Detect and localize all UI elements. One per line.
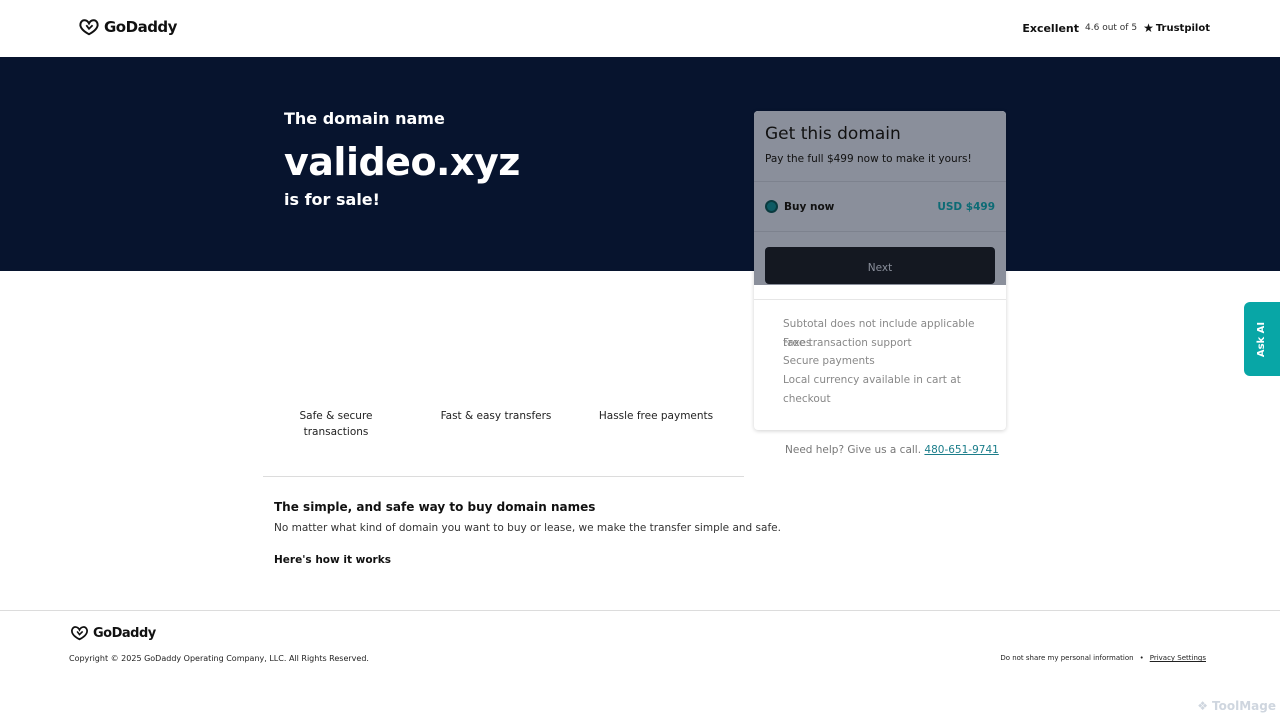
- card-feature-item: Subtotal does not include applicable tax…: [783, 318, 975, 349]
- purchase-card: Get this domain Pay the full $499 now to…: [754, 111, 1006, 430]
- copyright: Copyright © 2025 GoDaddy Operating Compa…: [69, 654, 369, 663]
- watermark-text: ToolMage: [1212, 699, 1276, 713]
- card-title: Get this domain: [765, 124, 901, 144]
- how-it-works-link[interactable]: Here's how it works: [274, 554, 391, 566]
- ask-ai-label: Ask AI: [1256, 321, 1268, 357]
- rating-word: Excellent: [1022, 21, 1080, 35]
- buy-now-option[interactable]: Buy now USD $499: [754, 181, 1006, 231]
- next-button[interactable]: Next: [765, 247, 995, 284]
- footer-links: Do not share my personal information • P…: [1000, 654, 1206, 662]
- card-feature-item: Free transaction support: [783, 336, 912, 349]
- feature-fast-transfers: Fast & easy transfers: [440, 410, 552, 422]
- section-divider: [263, 476, 744, 477]
- info-body: No matter what kind of domain you want t…: [274, 522, 781, 534]
- card-divider: [754, 299, 1006, 300]
- card-subtitle: Pay the full $499 now to make it yours!: [765, 153, 972, 165]
- do-not-share-link[interactable]: Do not share my personal information: [1000, 654, 1133, 662]
- help-phone-link[interactable]: 480-651-9741: [924, 444, 998, 456]
- bullet-separator: •: [1139, 654, 1144, 662]
- option-label: Buy now: [784, 200, 835, 213]
- trustpilot-rating[interactable]: Excellent 4.6 out of 5 ★ Trustpilot: [1022, 21, 1210, 35]
- domain-name: valideo.xyz: [284, 140, 520, 184]
- feature-safe-secure: Safe & secure transactions: [299, 410, 373, 438]
- star-icon: ★: [1143, 21, 1154, 35]
- card-header: Get this domain Pay the full $499 now to…: [754, 111, 1006, 181]
- watermark-icon: ❖: [1197, 699, 1209, 713]
- hero-pretitle: The domain name: [284, 109, 445, 128]
- rating-score: 4.6 out of 5: [1085, 23, 1138, 33]
- footer: GoDaddy Copyright © 2025 GoDaddy Operati…: [0, 610, 1280, 720]
- watermark: ❖ ToolMage: [1197, 699, 1276, 713]
- godaddy-logo-icon: [79, 19, 99, 36]
- card-features-list: Subtotal does not include applicable tax…: [783, 315, 1006, 405]
- feature-hassle-free: Hassle free payments: [598, 410, 714, 422]
- option-price: USD $499: [937, 200, 995, 213]
- card-feature-item: Local currency available in cart at chec…: [783, 374, 961, 405]
- godaddy-logo[interactable]: GoDaddy: [78, 18, 177, 36]
- trustpilot-label: Trustpilot: [1155, 22, 1210, 34]
- privacy-settings-link[interactable]: Privacy Settings: [1150, 654, 1206, 662]
- help-text: Need help? Give us a call.: [785, 444, 922, 456]
- hero-banner: The domain name valideo.xyz is for sale!: [0, 57, 1280, 271]
- info-title: The simple, and safe way to buy domain n…: [274, 500, 596, 514]
- card-feature-item: Secure payments: [783, 355, 875, 368]
- hero-text: The domain name valideo.xyz is for sale!: [284, 109, 520, 209]
- footer-brand: GoDaddy: [93, 625, 156, 641]
- trustpilot-badge: ★ Trustpilot: [1143, 21, 1210, 35]
- godaddy-logo-icon: [71, 626, 88, 641]
- buy-now-radio[interactable]: [765, 200, 778, 213]
- hero-posttitle: is for sale!: [284, 190, 380, 209]
- ask-ai-button[interactable]: Ask AI: [1244, 302, 1280, 376]
- brand-name: GoDaddy: [104, 18, 177, 36]
- help-line: Need help? Give us a call. 480-651-9741: [785, 444, 999, 456]
- footer-logo[interactable]: GoDaddy: [70, 625, 156, 641]
- top-bar: GoDaddy Excellent 4.6 out of 5 ★ Trustpi…: [0, 0, 1280, 57]
- next-button-area: Next: [754, 231, 1006, 285]
